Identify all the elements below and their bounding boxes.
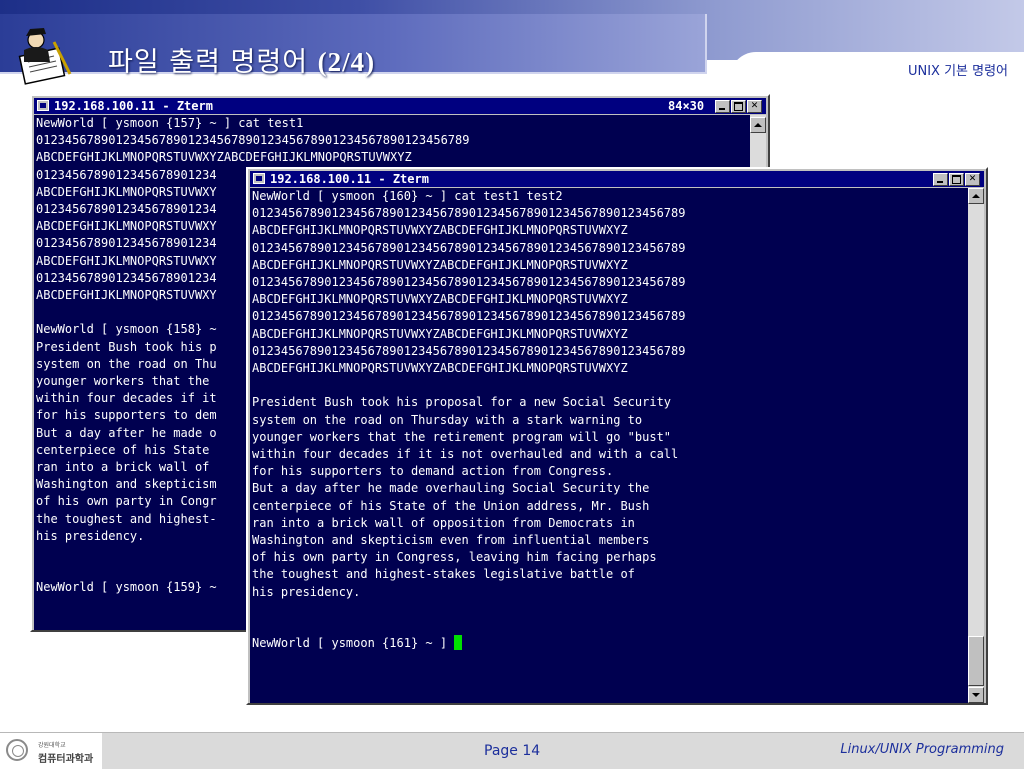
terminal-line: ran into a brick wall of opposition from… bbox=[252, 515, 635, 530]
terminal-line: his presidency. bbox=[36, 528, 145, 543]
terminal-line: ABCDEFGHIJKLMNOPQRSTUVWXYZABCDEFGHIJKLMN… bbox=[252, 223, 628, 238]
terminal-line: 0123456789012345678901234567890123456789… bbox=[252, 275, 686, 290]
terminal-line: 0123456789012345678901234 bbox=[36, 236, 217, 251]
maximize-icon[interactable] bbox=[731, 100, 746, 113]
terminal-line: Washington and skepticism bbox=[36, 477, 217, 492]
slide-header: 파일 출력 명령어 (2/4) UNIX 기본 명령어 bbox=[0, 0, 1024, 90]
terminal-line: younger workers that the bbox=[36, 374, 210, 389]
terminal-line: 0123456789012345678901234567890123456789… bbox=[252, 309, 686, 324]
terminal-line: of his own party in Congress, leaving hi… bbox=[252, 550, 657, 565]
window-titlebar[interactable]: 192.168.100.11 - Zterm 84×30 ✕ bbox=[34, 98, 766, 114]
close-icon[interactable]: ✕ bbox=[747, 100, 762, 113]
terminal-line: the toughest and highest-stakes legislat… bbox=[252, 567, 635, 582]
terminal-line: system on the road on Thu bbox=[36, 356, 217, 371]
terminal-line: ABCDEFGHIJKLMNOPQRSTUVWXYZABCDEFGHIJKLMN… bbox=[252, 257, 628, 272]
terminal-line: NewWorld [ ysmoon {160} ~ ] cat test1 te… bbox=[252, 189, 563, 203]
terminal-line: 0123456789012345678901234 bbox=[36, 167, 217, 182]
terminal-line: ABCDEFGHIJKLMNOPQRSTUVWXY bbox=[36, 288, 217, 303]
terminal-output[interactable]: NewWorld [ ysmoon {160} ~ ] cat test1 te… bbox=[250, 188, 968, 703]
terminal-line: for his supporters to demand action from… bbox=[252, 464, 614, 479]
terminal-line: his presidency. bbox=[252, 584, 361, 599]
window-title: 192.168.100.11 - Zterm bbox=[270, 172, 429, 186]
terminal-line: President Bush took his proposal for a n… bbox=[252, 395, 672, 410]
university-emblem bbox=[6, 739, 28, 761]
window-controls: ✕ bbox=[932, 173, 980, 186]
slide-subtitle: UNIX 기본 명령어 bbox=[907, 64, 1008, 79]
page-title: 파일 출력 명령어 (2/4) bbox=[108, 40, 375, 79]
window-icon bbox=[253, 173, 265, 184]
minimize-icon[interactable] bbox=[933, 173, 948, 186]
terminal-line: President Bush took his p bbox=[36, 339, 217, 354]
window-titlebar[interactable]: 192.168.100.11 - Zterm ✕ bbox=[250, 171, 984, 187]
terminal-line: system on the road on Thursday with a st… bbox=[252, 412, 643, 427]
scrollbar[interactable] bbox=[968, 188, 984, 703]
terminal-line: ABCDEFGHIJKLMNOPQRSTUVWXYZABCDEFGHIJKLMN… bbox=[36, 150, 412, 165]
terminal-line: 0123456789012345678901234 bbox=[36, 202, 217, 217]
scroll-thumb[interactable] bbox=[968, 636, 984, 686]
terminal-line: 0123456789012345678901234567890123456789… bbox=[252, 343, 686, 358]
terminal-line: But a day after he made overhauling Soci… bbox=[252, 481, 650, 496]
terminal-line: NewWorld [ ysmoon {159} ~ bbox=[36, 580, 217, 595]
terminal-line: centerpiece of his State of the Union ad… bbox=[252, 498, 650, 513]
terminal-line: 0123456789012345678901234 bbox=[36, 270, 217, 285]
window-size-label: 84×30 bbox=[668, 99, 705, 113]
terminal-prompt-line: NewWorld [ ysmoon {161} ~ ] bbox=[250, 635, 968, 652]
terminal-line: 0123456789012345678901234567890123456789… bbox=[252, 240, 686, 255]
window-icon bbox=[37, 100, 49, 111]
terminal-line: within four decades if it bbox=[36, 391, 217, 406]
terminal-line: ABCDEFGHIJKLMNOPQRSTUVWXY bbox=[36, 219, 217, 234]
department-name: 컴퓨터과학과 bbox=[38, 754, 94, 765]
window-controls: ✕ bbox=[714, 100, 762, 113]
scroll-down-icon[interactable] bbox=[968, 687, 984, 703]
terminal-line: ABCDEFGHIJKLMNOPQRSTUVWXY bbox=[36, 184, 217, 199]
terminal-line: younger workers that the retirement prog… bbox=[252, 429, 672, 444]
terminal-line: within four decades if it is not overhau… bbox=[252, 447, 679, 462]
title-box: 파일 출력 명령어 (2/4) bbox=[0, 14, 707, 85]
terminal-line: ABCDEFGHIJKLMNOPQRSTUVWXYZABCDEFGHIJKLMN… bbox=[252, 326, 628, 341]
page-number: Page 14 bbox=[484, 743, 541, 759]
terminal-line: 0123456789012345678901234567890123456789… bbox=[36, 133, 470, 148]
terminal-line: ABCDEFGHIJKLMNOPQRSTUVWXYZABCDEFGHIJKLMN… bbox=[252, 292, 628, 307]
terminal-line: the toughest and highest- bbox=[36, 511, 217, 526]
terminal-line: NewWorld [ ysmoon {158} ~ bbox=[36, 322, 217, 337]
terminal-window-front[interactable]: 192.168.100.11 - Zterm ✕ NewWorld [ ysmo… bbox=[246, 167, 988, 705]
title-suffix: (2/4) bbox=[317, 47, 376, 77]
terminal-line: for his supporters to dem bbox=[36, 408, 217, 423]
window-title: 192.168.100.11 - Zterm bbox=[54, 99, 213, 113]
terminal-line: ABCDEFGHIJKLMNOPQRSTUVWXY bbox=[36, 253, 217, 268]
reader-logo bbox=[18, 28, 72, 85]
terminal-line: Washington and skepticism even from infl… bbox=[252, 533, 650, 548]
terminal-text: NewWorld [ ysmoon {160} ~ ] cat test1 te… bbox=[250, 188, 968, 635]
terminal-prompt: NewWorld [ ysmoon {161} ~ ] bbox=[252, 636, 455, 651]
footer-logo: 강원대학교 컴퓨터과학과 bbox=[0, 733, 102, 769]
close-icon[interactable]: ✕ bbox=[965, 173, 980, 186]
scroll-up-icon[interactable] bbox=[750, 117, 766, 133]
terminal-line: of his own party in Congr bbox=[36, 494, 217, 509]
title-korean: 파일 출력 명령어 bbox=[108, 47, 309, 78]
slide-footer: 강원대학교 컴퓨터과학과 Page 14 Linux/UNIX Programm… bbox=[0, 732, 1024, 769]
terminal-line: NewWorld [ ysmoon {157} ~ ] cat test1 bbox=[36, 116, 304, 130]
terminal-line: centerpiece of his State bbox=[36, 442, 210, 457]
course-name: Linux/UNIX Programming bbox=[840, 742, 1004, 757]
university-name: 강원대학교 bbox=[38, 742, 66, 749]
terminal-line: ABCDEFGHIJKLMNOPQRSTUVWXYZABCDEFGHIJKLMN… bbox=[252, 361, 628, 376]
terminal-cursor bbox=[454, 635, 463, 651]
scroll-up-icon[interactable] bbox=[968, 188, 984, 204]
terminal-line: 0123456789012345678901234567890123456789… bbox=[252, 206, 686, 221]
terminal-line: But a day after he made o bbox=[36, 425, 217, 440]
maximize-icon[interactable] bbox=[949, 173, 964, 186]
terminal-line: ran into a brick wall of bbox=[36, 460, 210, 475]
minimize-icon[interactable] bbox=[715, 100, 730, 113]
